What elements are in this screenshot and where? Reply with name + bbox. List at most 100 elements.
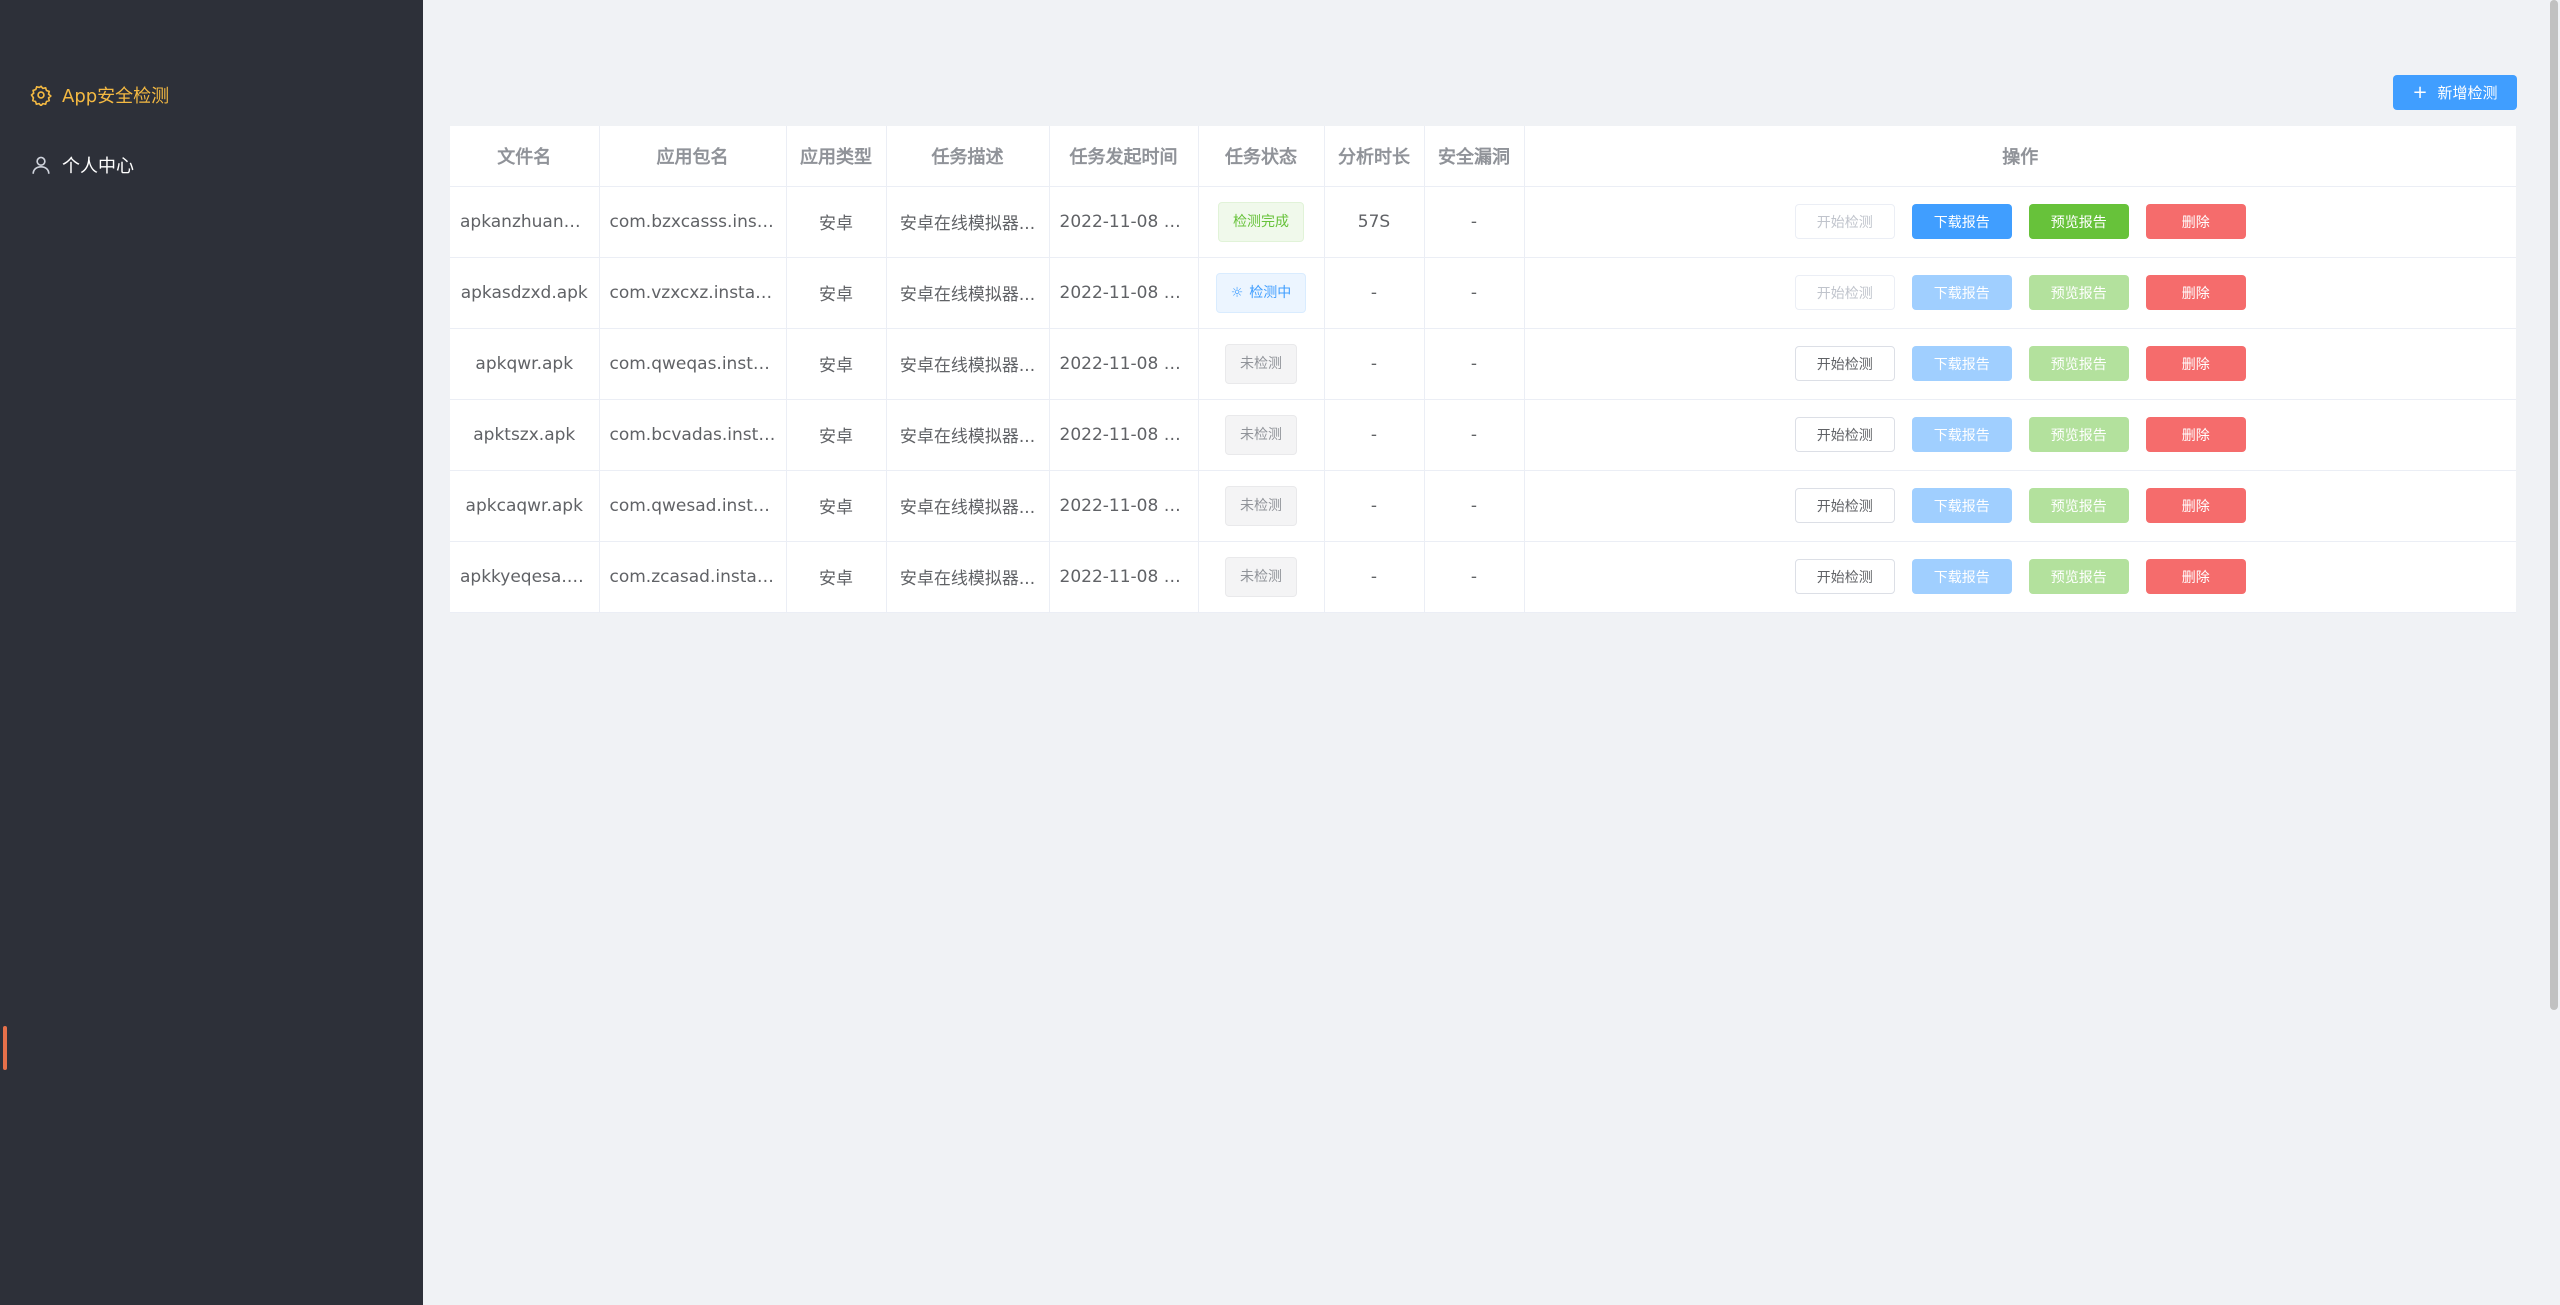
cell-start-time: 2022-11-08 1... <box>1049 186 1199 258</box>
table-row: apkasdzxd.apk com.vzxcxz.installer 安卓 安卓… <box>450 257 2516 329</box>
start-detection-button[interactable]: 开始检测 <box>1794 204 1895 239</box>
status-badge: 未检测 <box>1225 414 1297 455</box>
column-header-actions: 操作 <box>1524 126 2516 187</box>
cell-status: 检测完成 <box>1198 186 1325 258</box>
cell-filename: apkcaqwr.apk <box>450 470 600 542</box>
download-report-button[interactable]: 下载报告 <box>1911 275 2012 310</box>
main-content: + 新增检测 文件名 应用包名 应用类型 任务描述 任务发起时间 任务状态 分析… <box>423 0 2560 1305</box>
cell-filename: apkanzhuang... <box>450 186 600 258</box>
cell-status: 未检测 <box>1198 328 1325 400</box>
table-row: apkanzhuang... com.bzxcasss.instal... 安卓… <box>450 186 2516 258</box>
preview-report-button[interactable]: 预览报告 <box>2028 488 2129 523</box>
cell-start-time: 2022-11-08 1... <box>1049 399 1199 471</box>
preview-report-button[interactable]: 预览报告 <box>2028 346 2129 381</box>
cell-app-type: 安卓 <box>786 470 887 542</box>
sidebar-item-label: App安全检测 <box>62 86 170 107</box>
status-badge: 检测完成 <box>1218 201 1304 242</box>
delete-button[interactable]: 删除 <box>2145 204 2246 239</box>
column-header-duration: 分析时长 <box>1324 126 1425 187</box>
add-detection-label: 新增检测 <box>2437 84 2498 102</box>
table-row: apkcaqwr.apk com.qwesad.installer 安卓 安卓在… <box>450 470 2516 542</box>
cell-duration: 57S <box>1324 186 1425 258</box>
delete-button[interactable]: 删除 <box>2145 488 2246 523</box>
cell-duration: - <box>1324 399 1425 471</box>
cell-app-type: 安卓 <box>786 328 887 400</box>
cell-description: 安卓在线模拟器... <box>886 470 1050 542</box>
start-detection-button[interactable]: 开始检测 <box>1794 488 1895 523</box>
cell-vulnerabilities: - <box>1424 186 1525 258</box>
start-detection-button[interactable]: 开始检测 <box>1794 559 1895 594</box>
column-header-filename: 文件名 <box>450 126 600 187</box>
status-badge-label: 检测中 <box>1249 284 1292 301</box>
user-icon <box>30 154 52 176</box>
cell-description: 安卓在线模拟器... <box>886 186 1050 258</box>
preview-report-button[interactable]: 预览报告 <box>2028 275 2129 310</box>
cell-actions: 开始检测 下载报告 预览报告 删除 <box>1524 328 2516 400</box>
preview-report-button[interactable]: 预览报告 <box>2028 204 2129 239</box>
cell-description: 安卓在线模拟器... <box>886 399 1050 471</box>
cell-start-time: 2022-11-08 1... <box>1049 470 1199 542</box>
cell-package: com.qweqas.installer <box>599 328 787 400</box>
cell-duration: - <box>1324 328 1425 400</box>
table-header-row: 文件名 应用包名 应用类型 任务描述 任务发起时间 任务状态 分析时长 安全漏洞… <box>450 126 2516 187</box>
status-badge: ☼ 检测中 <box>1215 272 1307 313</box>
cell-vulnerabilities: - <box>1424 541 1525 613</box>
plus-icon: + <box>2412 81 2428 103</box>
delete-button[interactable]: 删除 <box>2145 346 2246 381</box>
sidebar-item-app-security[interactable]: App安全检测 <box>30 75 169 115</box>
task-table: 文件名 应用包名 应用类型 任务描述 任务发起时间 任务状态 分析时长 安全漏洞… <box>450 126 2516 613</box>
cell-status: 未检测 <box>1198 399 1325 471</box>
cell-status: ☼ 检测中 <box>1198 257 1325 329</box>
cell-actions: 开始检测 下载报告 预览报告 删除 <box>1524 541 2516 613</box>
status-badge: 未检测 <box>1225 485 1297 526</box>
cell-actions: 开始检测 下载报告 预览报告 删除 <box>1524 399 2516 471</box>
sidebar-item-profile[interactable]: 个人中心 <box>30 145 134 185</box>
delete-button[interactable]: 删除 <box>2145 275 2246 310</box>
cell-status: 未检测 <box>1198 470 1325 542</box>
start-detection-button[interactable]: 开始检测 <box>1794 346 1895 381</box>
gear-icon <box>30 84 52 106</box>
cell-description: 安卓在线模拟器... <box>886 328 1050 400</box>
download-report-button[interactable]: 下载报告 <box>1911 346 2012 381</box>
start-detection-button[interactable]: 开始检测 <box>1794 417 1895 452</box>
column-header-start-time: 任务发起时间 <box>1049 126 1199 187</box>
cell-package: com.qwesad.installer <box>599 470 787 542</box>
download-report-button[interactable]: 下载报告 <box>1911 488 2012 523</box>
sidebar: App安全检测 个人中心 <box>0 0 423 1305</box>
download-report-button[interactable]: 下载报告 <box>1911 204 2012 239</box>
cell-filename: apkasdzxd.apk <box>450 257 600 329</box>
column-header-app-type: 应用类型 <box>786 126 887 187</box>
status-badge: 未检测 <box>1225 556 1297 597</box>
download-report-button[interactable]: 下载报告 <box>1911 417 2012 452</box>
loading-icon: ☼ <box>1230 284 1244 301</box>
column-header-description: 任务描述 <box>886 126 1050 187</box>
cell-duration: - <box>1324 541 1425 613</box>
add-detection-button[interactable]: + 新增检测 <box>2393 75 2517 110</box>
cell-filename: apktszx.apk <box>450 399 600 471</box>
cell-filename: apkqwr.apk <box>450 328 600 400</box>
cell-package: com.bzxcasss.instal... <box>599 186 787 258</box>
column-header-status: 任务状态 <box>1198 126 1325 187</box>
preview-report-button[interactable]: 预览报告 <box>2028 417 2129 452</box>
delete-button[interactable]: 删除 <box>2145 417 2246 452</box>
cell-actions: 开始检测 下载报告 预览报告 删除 <box>1524 257 2516 329</box>
column-header-vulnerabilities: 安全漏洞 <box>1424 126 1525 187</box>
cell-vulnerabilities: - <box>1424 257 1525 329</box>
table-row: apktszx.apk com.bcvadas.install... 安卓 安卓… <box>450 399 2516 471</box>
download-report-button[interactable]: 下载报告 <box>1911 559 2012 594</box>
cell-package: com.bcvadas.install... <box>599 399 787 471</box>
cell-start-time: 2022-11-08 1... <box>1049 541 1199 613</box>
cell-start-time: 2022-11-08 1... <box>1049 328 1199 400</box>
preview-report-button[interactable]: 预览报告 <box>2028 559 2129 594</box>
start-detection-button[interactable]: 开始检测 <box>1794 275 1895 310</box>
cell-app-type: 安卓 <box>786 257 887 329</box>
vertical-scrollbar[interactable] <box>2550 0 2558 1010</box>
resize-handle[interactable] <box>3 1026 7 1070</box>
cell-status: 未检测 <box>1198 541 1325 613</box>
delete-button[interactable]: 删除 <box>2145 559 2246 594</box>
cell-package: com.zcasad.installer <box>599 541 787 613</box>
table-row: apkqwr.apk com.qweqas.installer 安卓 安卓在线模… <box>450 328 2516 400</box>
cell-duration: - <box>1324 257 1425 329</box>
cell-filename: apkkyeqesa.apk <box>450 541 600 613</box>
cell-actions: 开始检测 下载报告 预览报告 删除 <box>1524 470 2516 542</box>
